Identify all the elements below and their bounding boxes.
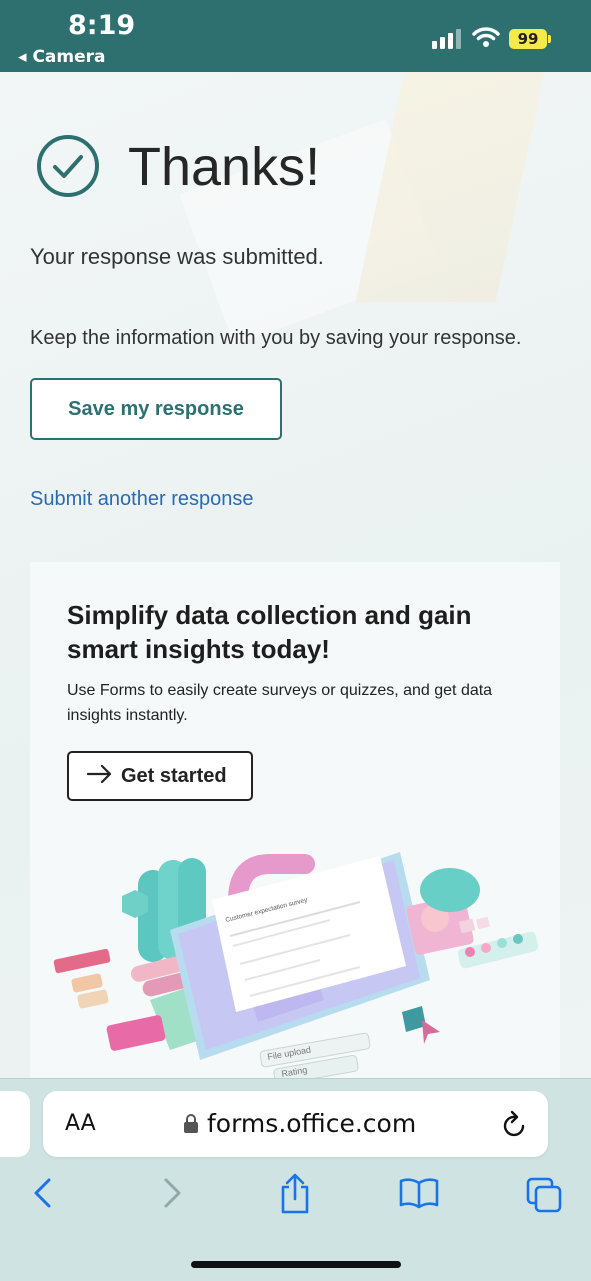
reload-icon[interactable] — [501, 1109, 529, 1139]
signal-icon — [432, 29, 461, 49]
forward-icon[interactable] — [161, 1177, 183, 1209]
forms-illustration: Customer expectation survey File upload … — [53, 852, 539, 1078]
back-to-camera-link[interactable]: ◂ Camera — [18, 47, 106, 67]
adjacent-tab-preview[interactable] — [0, 1091, 30, 1157]
wifi-icon — [472, 27, 500, 47]
promo-body: Use Forms to easily create surveys or qu… — [67, 682, 493, 724]
promo-heading: Simplify data collection and gain smart … — [67, 600, 472, 664]
battery-cap — [548, 35, 551, 43]
bookmarks-icon[interactable] — [399, 1177, 439, 1209]
keep-info-text: Keep the information with you by saving … — [30, 327, 522, 349]
get-started-label: Get started — [121, 765, 227, 787]
browser-toolbar: AA forms.office.com — [0, 1078, 591, 1281]
back-icon[interactable] — [32, 1177, 54, 1209]
battery-icon: 99 — [509, 29, 547, 49]
promo-card: Simplify data collection and gain smart … — [30, 562, 560, 1078]
page-content: Thanks! Your response was submitted. Kee… — [0, 72, 591, 1078]
url-text[interactable]: forms.office.com — [207, 1109, 416, 1138]
tabs-icon[interactable] — [526, 1177, 564, 1213]
submitted-message: Your response was submitted. — [30, 244, 324, 269]
save-response-button[interactable]: Save my response — [30, 378, 282, 440]
home-indicator — [191, 1261, 401, 1268]
status-time: 8:19 — [68, 10, 136, 41]
arrow-right-icon — [87, 764, 112, 784]
check-circle-icon — [37, 135, 99, 197]
lock-icon — [184, 1114, 198, 1133]
page-title: Thanks! — [128, 137, 321, 197]
text-size-button[interactable]: AA — [65, 1111, 96, 1136]
address-bar[interactable]: AA forms.office.com — [43, 1091, 548, 1157]
get-started-button[interactable]: Get started — [67, 751, 253, 801]
status-bar: 8:19 ◂ Camera 99 — [0, 0, 591, 72]
share-icon[interactable] — [278, 1173, 312, 1215]
background-decoration — [355, 72, 545, 302]
submit-another-link[interactable]: Submit another response — [30, 488, 253, 511]
